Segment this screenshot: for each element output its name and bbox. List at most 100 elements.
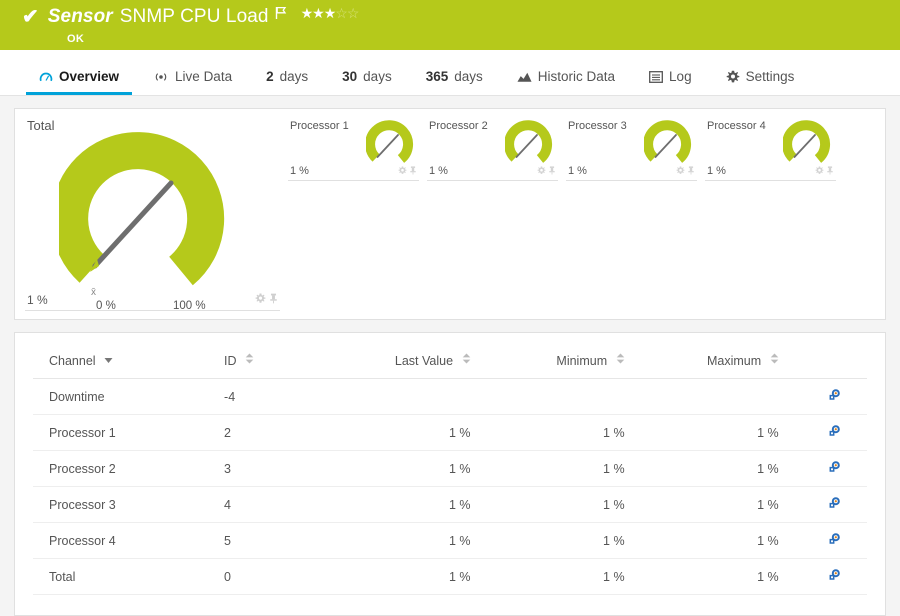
processor-gauge-actions[interactable] [398,162,417,180]
column-label: Maximum [707,354,761,368]
processor-gauge-actions[interactable] [537,162,556,180]
processor-gauge-card: Processor 1 1 % [288,111,427,181]
cell-actions[interactable] [779,379,867,415]
sensor-header-row: ✔ Sensor SNMP CPU Load ★★★☆☆ [22,0,900,31]
processor-gauge-footer: 1 % [566,160,697,181]
sort-desc-icon [104,353,113,367]
pin-icon[interactable] [548,162,556,180]
column-header-last-value[interactable]: Last Value [316,349,470,379]
gear-icon[interactable] [537,162,546,180]
pin-icon[interactable] [826,162,834,180]
processor-gauge-actions[interactable] [676,162,695,180]
cell-maximum: 1 % [625,415,779,451]
tab-log[interactable]: Log [632,69,709,95]
chart-icon [517,71,532,83]
tab-live-data[interactable]: Live Data [136,69,249,95]
processor-gauge-graphic[interactable] [783,118,838,164]
priority-stars[interactable]: ★★★☆☆ [301,6,359,20]
gear-icon[interactable] [676,162,685,180]
tab-days-count: 30 [342,69,357,84]
total-gauge-card: Total x̄ 0 % 100 % 1 % [15,109,288,319]
gear-icon[interactable] [815,162,824,180]
status-badge: OK [67,33,900,45]
column-header-minimum[interactable]: Minimum [471,349,625,379]
processor-gauge-card: Processor 4 1 % [705,111,844,181]
channel-settings-icon[interactable] [827,499,841,513]
cell-actions[interactable] [779,559,867,595]
table-row[interactable]: Processor 1 2 1 % 1 % 1 % [33,415,867,451]
channels-table: Channel ID Last Value [33,349,867,595]
table-header-row: Channel ID Last Value [33,349,867,379]
tab-label: days [280,69,309,84]
column-header-id[interactable]: ID [224,349,316,379]
column-header-channel[interactable]: Channel [33,349,224,379]
cell-channel: Processor 4 [33,523,224,559]
tab-365-days[interactable]: 365 days [409,69,500,95]
table-row[interactable]: Downtime -4 [33,379,867,415]
cell-maximum: 1 % [625,523,779,559]
processor-gauge-graphic[interactable] [366,118,421,164]
channel-settings-icon[interactable] [827,463,841,477]
cell-last-value [316,379,470,415]
column-label: Minimum [556,354,607,368]
column-label: Channel [49,354,96,368]
cell-id: 2 [224,415,316,451]
channel-settings-icon[interactable] [827,427,841,441]
cell-actions[interactable] [779,415,867,451]
tabbar: Overview Live Data 2 days 30 days 365 da… [0,50,900,96]
pin-icon[interactable] [409,162,417,180]
column-label: Last Value [395,354,453,368]
cell-id: 4 [224,487,316,523]
cell-last-value: 1 % [316,523,470,559]
cell-id: -4 [224,379,316,415]
gear-icon[interactable] [398,162,407,180]
column-header-maximum[interactable]: Maximum [625,349,779,379]
tab-label: Log [669,69,692,84]
pin-icon[interactable] [269,291,278,309]
cell-minimum: 1 % [471,451,625,487]
channel-settings-icon[interactable] [827,391,841,405]
tab-30-days[interactable]: 30 days [325,69,409,95]
page-title[interactable]: SNMP CPU Load [120,6,269,28]
tab-overview[interactable]: Overview [22,69,136,95]
processor-gauge-graphic[interactable] [505,118,560,164]
star-filled: ★ [312,5,324,21]
cell-maximum: 1 % [625,487,779,523]
processor-gauge-graphic[interactable] [644,118,699,164]
table-row[interactable]: Processor 3 4 1 % 1 % 1 % [33,487,867,523]
cell-actions[interactable] [779,487,867,523]
cell-last-value: 1 % [316,451,470,487]
signal-icon [153,71,169,83]
table-row[interactable]: Total 0 1 % 1 % 1 % [33,559,867,595]
sort-both-icon [770,353,779,367]
cell-actions[interactable] [779,451,867,487]
processor-gauge-actions[interactable] [815,162,834,180]
tab-settings[interactable]: Settings [709,69,812,95]
table-row[interactable]: Processor 2 3 1 % 1 % 1 % [33,451,867,487]
cell-maximum [625,379,779,415]
table-row[interactable]: Processor 4 5 1 % 1 % 1 % [33,523,867,559]
tab-label: Overview [59,69,119,84]
total-gauge-footer: 1 % [25,288,280,311]
cell-channel: Processor 1 [33,415,224,451]
cell-minimum [471,379,625,415]
total-gauge-graphic[interactable] [59,123,254,288]
channel-settings-icon[interactable] [827,571,841,585]
cell-actions[interactable] [779,523,867,559]
list-icon [649,71,663,83]
flag-icon[interactable] [275,6,287,20]
pin-icon[interactable] [687,162,695,180]
tab-label: Live Data [175,69,232,84]
tab-label: Settings [746,69,795,84]
gear-icon[interactable] [255,291,266,309]
star-empty: ☆ [335,5,347,21]
tab-historic-data[interactable]: Historic Data [500,69,632,95]
channel-settings-icon[interactable] [827,535,841,549]
total-gauge-actions[interactable] [255,291,278,309]
tab-days-count: 2 [266,69,274,84]
tab-label: days [454,69,483,84]
processor-gauge-footer: 1 % [705,160,836,181]
tab-label: days [363,69,392,84]
cell-channel: Total [33,559,224,595]
tab-2-days[interactable]: 2 days [249,69,325,95]
